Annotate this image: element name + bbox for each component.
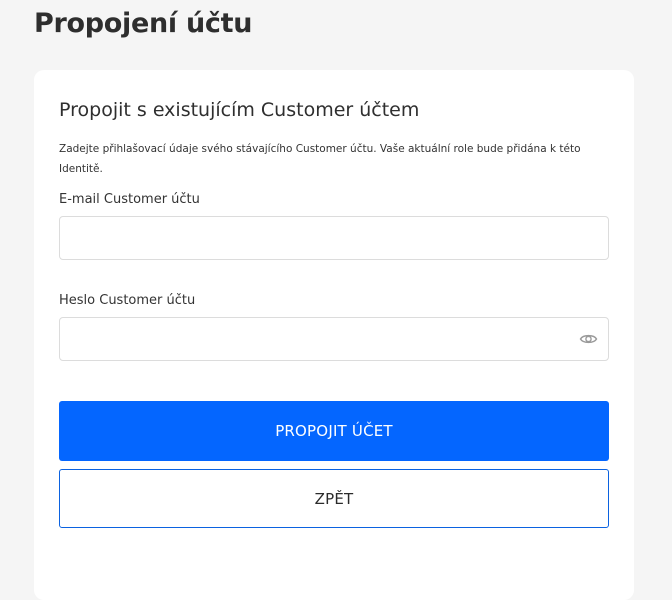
password-label: Heslo Customer účtu <box>59 293 196 308</box>
card-title: Propojit s existujícím Customer účtem <box>59 99 420 121</box>
link-account-button[interactable]: PROPOJIT ÚČET <box>59 401 609 461</box>
email-label: E-mail Customer účtu <box>59 192 200 207</box>
link-account-card: Propojit s existujícím Customer účtem Za… <box>34 70 634 600</box>
eye-icon[interactable] <box>579 330 598 348</box>
email-field-wrapper <box>59 216 609 260</box>
email-field[interactable] <box>60 217 608 259</box>
password-field[interactable] <box>60 318 608 360</box>
password-field-wrapper <box>59 317 609 361</box>
back-button[interactable]: ZPĚT <box>59 469 609 528</box>
page-title: Propojení účtu <box>34 8 253 39</box>
card-description: Zadejte přihlašovací údaje svého stávají… <box>59 143 581 175</box>
